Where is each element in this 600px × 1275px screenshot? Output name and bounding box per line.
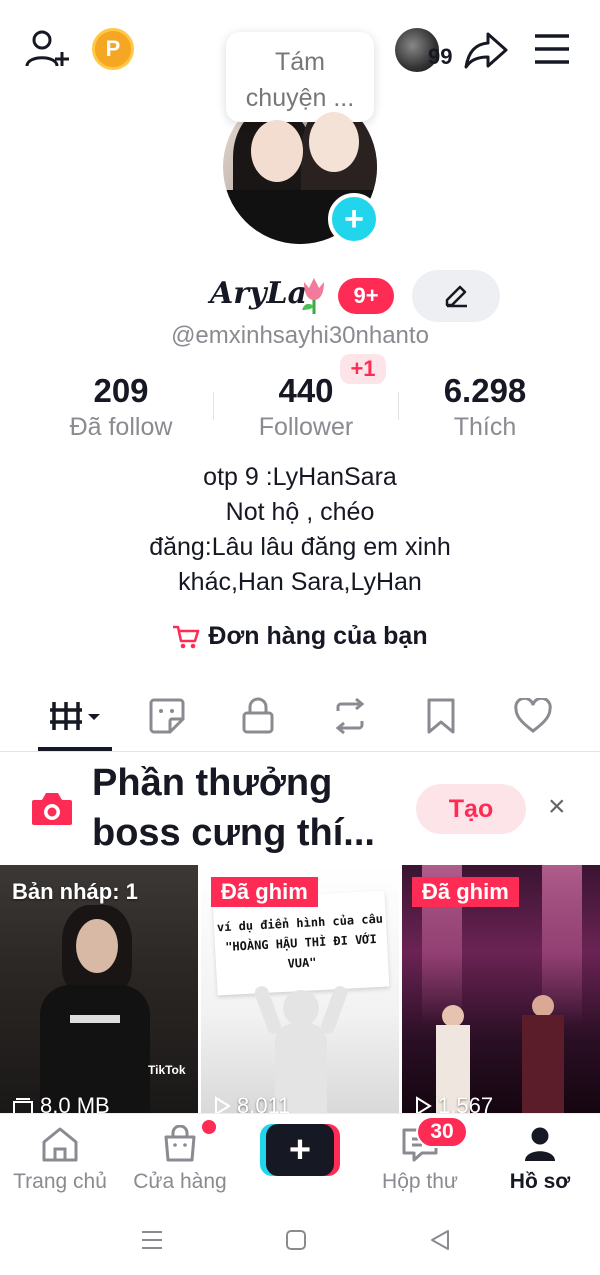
video-grid: Bản nháp: 1 TikTok 8,0 MB ví dụ điển hìn…	[0, 865, 600, 1113]
nav-profile-label: Hồ sơ	[509, 1170, 571, 1193]
active-tab-indicator	[38, 747, 112, 751]
add-story-button[interactable]: +	[328, 193, 380, 245]
following-label: Đã follow	[69, 413, 173, 441]
view-count: 8.011	[237, 1093, 291, 1113]
menu-icon[interactable]	[532, 32, 572, 66]
cart-icon	[173, 625, 200, 648]
reward-banner[interactable]: Phần thưởng boss cưng thí... Tạo ×	[0, 752, 600, 864]
heart-icon	[514, 698, 552, 733]
nav-profile[interactable]: Hồ sơ	[480, 1122, 600, 1194]
plus-icon: +	[266, 1124, 334, 1176]
orders-link[interactable]: Đơn hàng của bạn	[0, 622, 600, 651]
home-icon	[42, 1127, 78, 1162]
play-icon	[416, 1096, 432, 1113]
camera-icon	[32, 793, 72, 825]
menu-lines-icon	[142, 1231, 162, 1249]
new-followers-badge: +1	[340, 354, 386, 384]
tab-private[interactable]	[218, 690, 298, 742]
video-meta: 8,0 MB	[12, 1093, 110, 1113]
draft-label: Bản nháp: 1	[12, 879, 138, 904]
nav-home[interactable]: Trang chủ	[0, 1122, 120, 1194]
home-button[interactable]	[276, 1225, 316, 1255]
video-meta: 8.011	[213, 1093, 290, 1113]
pinned-badge: Đã ghim	[412, 877, 519, 907]
video-thumbnail[interactable]: Bản nháp: 1 TikTok 8,0 MB	[0, 865, 198, 1113]
bio-line: otp 9 :LyHanSara	[203, 463, 397, 491]
note-bubble[interactable]: Tám chuyện ...	[226, 32, 374, 122]
tab-videos[interactable]	[36, 690, 116, 742]
tab-liked[interactable]	[493, 690, 573, 742]
likes-count: 6.298	[443, 372, 527, 409]
tulip-icon	[302, 278, 324, 314]
reward-title: Phần thưởng boss cưng thí...	[92, 762, 375, 854]
close-icon[interactable]: ×	[548, 790, 566, 824]
back-button[interactable]	[420, 1225, 460, 1255]
tab-saved[interactable]	[401, 690, 481, 742]
nav-shop-label: Cửa hàng	[133, 1170, 227, 1193]
user-handle: @emxinhsayhi30nhanto	[171, 322, 429, 349]
view-count: 1.567	[438, 1093, 494, 1113]
draft-size: 8,0 MB	[40, 1093, 110, 1113]
add-friend-icon[interactable]	[24, 28, 70, 70]
profile-tabs	[0, 690, 600, 752]
video-thumbnail[interactable]: Đã ghim 1.567	[402, 865, 600, 1113]
level-badge[interactable]: 9+	[338, 278, 394, 314]
orders-label: Đơn hàng của bạn	[208, 622, 428, 650]
stat-following[interactable]: 209 Đã follow	[36, 372, 206, 444]
bio-line: Not hộ , chéo	[225, 498, 375, 526]
story-count: 99	[428, 44, 453, 69]
play-icon	[215, 1096, 231, 1113]
lock-icon	[242, 697, 274, 734]
inbox-badge: 30	[416, 1116, 468, 1148]
share-icon[interactable]	[464, 30, 508, 70]
repost-icon	[335, 697, 365, 735]
nav-inbox-label: Hộp thư	[382, 1170, 458, 1193]
tab-stickers[interactable]	[127, 690, 207, 742]
display-name: AryLa	[210, 276, 308, 311]
create-video-button[interactable]: +	[260, 1124, 340, 1176]
followers-label: Follower	[258, 413, 354, 441]
video-thumbnail[interactable]: ví dụ điển hình của câu "HOÀNG HẬU THÌ Đ…	[201, 865, 399, 1113]
square-icon	[286, 1230, 306, 1250]
stat-likes[interactable]: 6.298 Thích	[400, 372, 570, 444]
video-meta: 1.567	[414, 1093, 493, 1113]
shop-bag-icon	[164, 1125, 196, 1162]
stat-divider	[398, 392, 399, 420]
sticker-icon	[149, 698, 185, 734]
bio-line: đăng:Lâu lâu đăng em xinh	[149, 533, 451, 561]
create-button[interactable]: Tạo	[416, 784, 526, 834]
recent-apps-button[interactable]	[132, 1225, 172, 1255]
system-nav-bar	[0, 1205, 600, 1275]
bottom-nav: Trang chủ Cửa hàng + Hộp thư Hồ sơ	[0, 1113, 600, 1203]
pinned-badge: Đã ghim	[211, 877, 318, 907]
pencil-icon	[445, 285, 467, 308]
sign-line: "HOÀNG HẬU THÌ ĐI VỚI VUA"	[224, 932, 378, 971]
nav-home-label: Trang chủ	[13, 1170, 107, 1193]
drafts-icon	[13, 1098, 33, 1113]
tiktok-watermark: TikTok	[148, 1063, 186, 1077]
note-bubble-text: Tám chuyện ...	[245, 48, 355, 112]
bio: otp 9 :LyHanSara Not hộ , chéo đăng:Lâu …	[0, 460, 600, 600]
coin-icon[interactable]: P	[92, 28, 134, 70]
stat-divider	[213, 392, 214, 420]
shop-notification-dot	[202, 1120, 216, 1134]
following-count: 209	[93, 372, 149, 409]
bio-line: khác,Han Sara,LyHan	[178, 568, 422, 596]
tab-reposts[interactable]	[310, 690, 390, 742]
likes-label: Thích	[453, 413, 517, 441]
nav-shop[interactable]: Cửa hàng	[120, 1122, 240, 1194]
bookmark-icon	[427, 698, 455, 734]
grid-icon	[50, 702, 100, 730]
profile-icon	[525, 1127, 555, 1161]
edit-profile-button[interactable]	[412, 270, 500, 322]
back-triangle-icon	[431, 1230, 449, 1250]
